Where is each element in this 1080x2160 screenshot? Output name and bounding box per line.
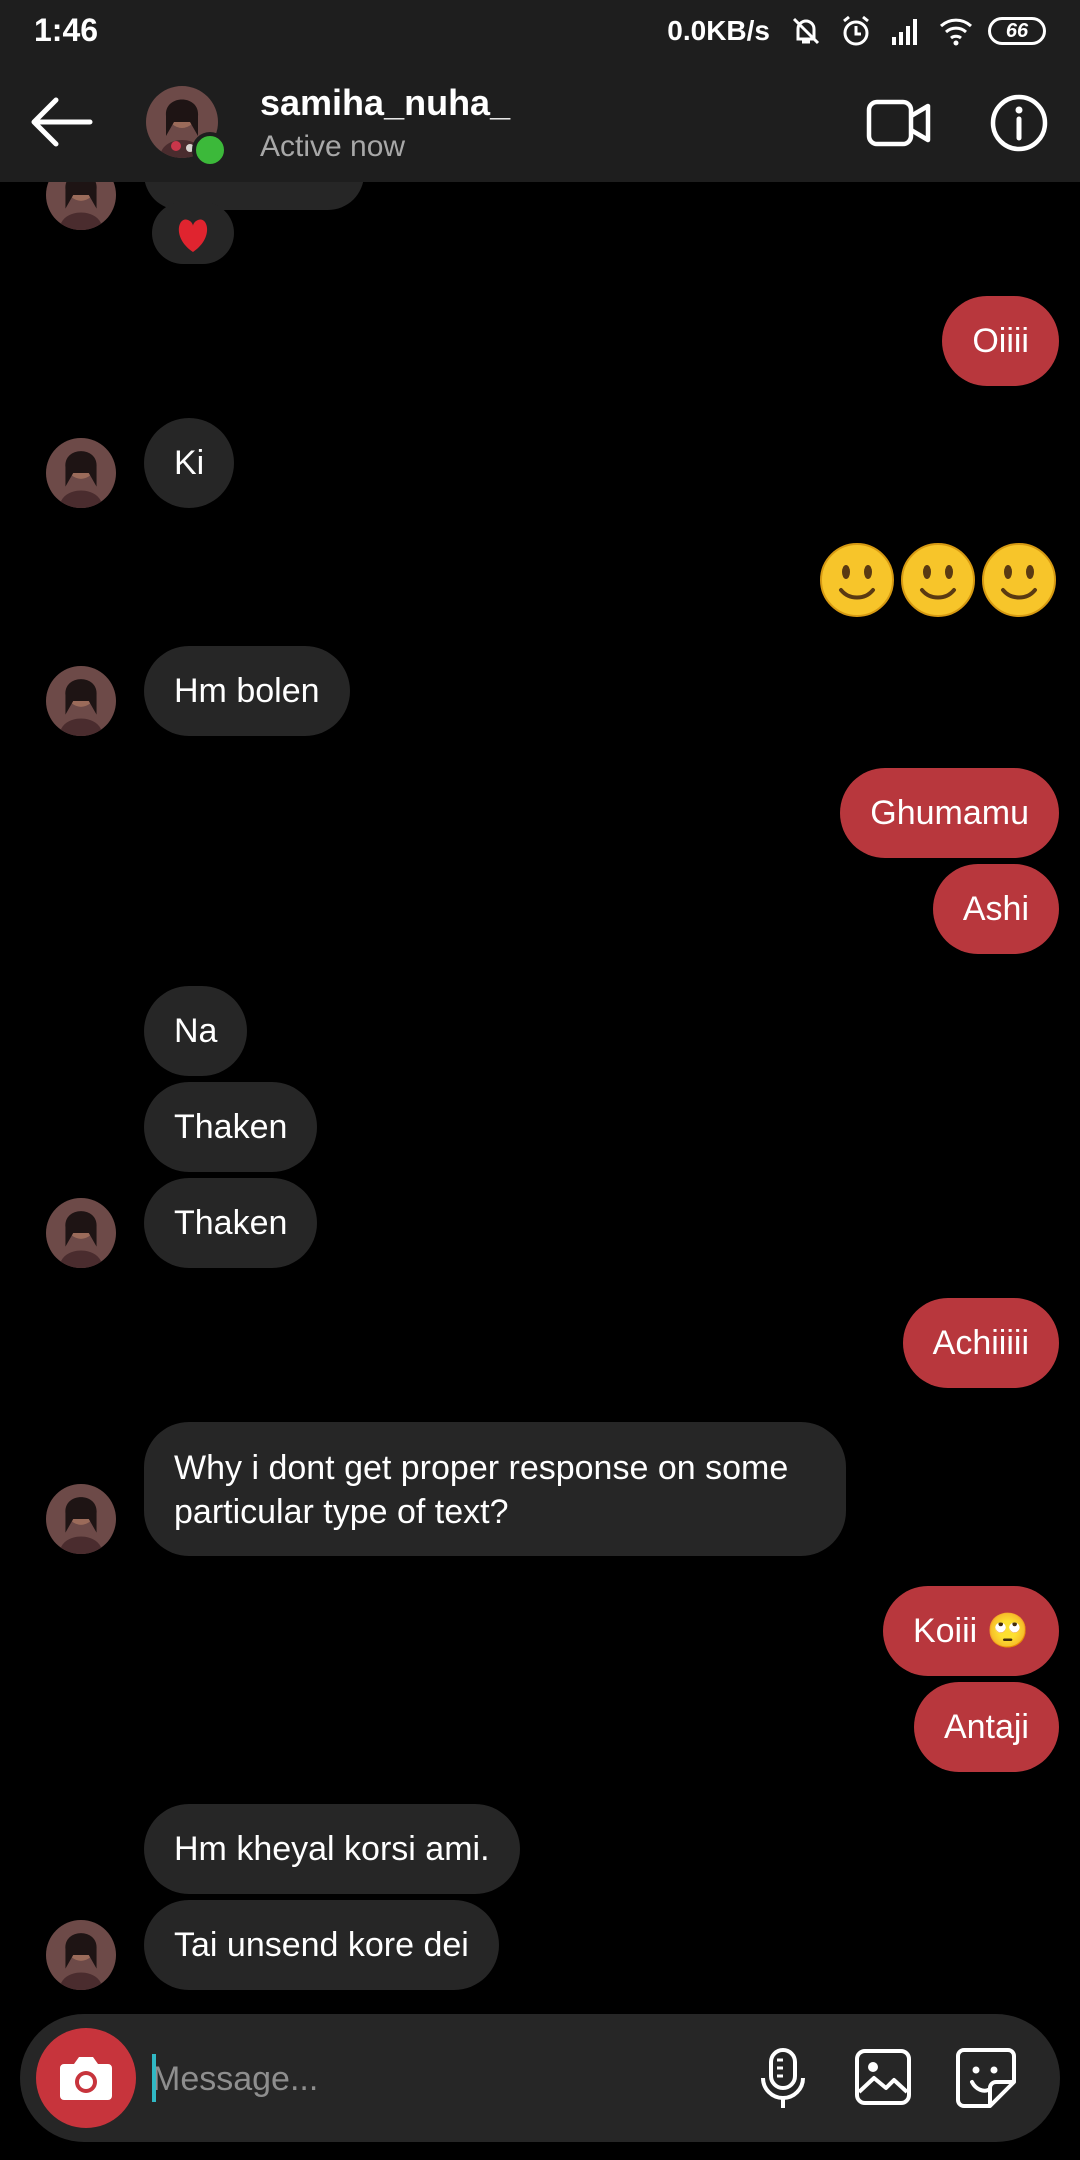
- slightly-smiling-face-icon: [901, 543, 975, 617]
- message-bubble-received[interactable]: Thaken: [144, 1178, 318, 1268]
- message-bubble-received[interactable]: Why i dont get proper response on some p…: [144, 1422, 846, 1556]
- battery-icon: 66: [988, 17, 1046, 45]
- contact-avatar-small: [46, 1198, 116, 1268]
- contact-avatar-small: [46, 1920, 116, 1990]
- slightly-smiling-face-icon: [820, 543, 894, 617]
- online-status-dot: [192, 132, 228, 168]
- message-bubble-sent[interactable]: Antaji: [913, 1682, 1059, 1772]
- emoji-message[interactable]: [819, 538, 1059, 622]
- camera-button[interactable]: [36, 2028, 136, 2128]
- message-bubble-received[interactable]: Tai unsend kore dei: [144, 1900, 499, 1990]
- message-thread[interactable]: Oiiii Ki Hm bolen Ghumamu Ashi Na Thaken…: [0, 182, 1080, 2000]
- contact-username[interactable]: samiha_nuha_: [260, 82, 510, 124]
- heart-reaction[interactable]: [152, 202, 234, 264]
- alarm-icon: [843, 15, 869, 46]
- network-speed: 0.0KB/s: [667, 15, 770, 46]
- message-bubble-received[interactable]: Thaken: [144, 1082, 318, 1172]
- signal-icon: [892, 19, 917, 45]
- contact-avatar-small: [46, 1484, 116, 1554]
- gallery-icon[interactable]: [854, 2048, 912, 2106]
- message-bubble-sent[interactable]: Oiiii: [942, 296, 1059, 386]
- microphone-icon[interactable]: [756, 2046, 810, 2112]
- contact-avatar-small: [46, 182, 116, 230]
- mute-bell-icon: [792, 17, 820, 45]
- message-bubble-sent[interactable]: Ghumamu: [840, 768, 1059, 858]
- message-bubble-received[interactable]: Hm kheyal korsi ami.: [144, 1804, 520, 1894]
- text-cursor: [152, 2054, 156, 2102]
- contact-activity-status: Active now: [260, 130, 406, 163]
- back-arrow-icon[interactable]: [26, 92, 96, 152]
- status-bar: 1:46 0.0KB/s 66: [0, 0, 1080, 62]
- message-bubble-sent[interactable]: Ashi: [932, 864, 1059, 954]
- chat-header: samiha_nuha_ Active now: [0, 62, 1080, 182]
- message-bubble-received[interactable]: Ki: [144, 418, 235, 508]
- camera-icon: [60, 2057, 112, 2100]
- contact-avatar-small: [46, 438, 116, 508]
- video-call-icon[interactable]: [866, 94, 932, 152]
- sticker-icon[interactable]: [954, 2046, 1018, 2110]
- heart-icon: [178, 219, 208, 252]
- contact-avatar-small: [46, 666, 116, 736]
- message-bubble-sent[interactable]: Koiii 🙄: [882, 1586, 1059, 1676]
- message-input[interactable]: [150, 2038, 754, 2120]
- message-composer: [20, 2014, 1060, 2142]
- wifi-icon: [939, 18, 973, 46]
- status-time: 1:46: [34, 12, 99, 48]
- message-bubble-sent[interactable]: Achiiiii: [902, 1298, 1059, 1388]
- info-icon[interactable]: [990, 94, 1048, 152]
- battery-level: 66: [1005, 19, 1029, 42]
- message-bubble-received[interactable]: Na: [144, 986, 248, 1076]
- message-bubble-received[interactable]: Hm bolen: [144, 646, 350, 736]
- slightly-smiling-face-icon: [982, 543, 1056, 617]
- status-icons: 0.0KB/s 66: [667, 10, 1046, 52]
